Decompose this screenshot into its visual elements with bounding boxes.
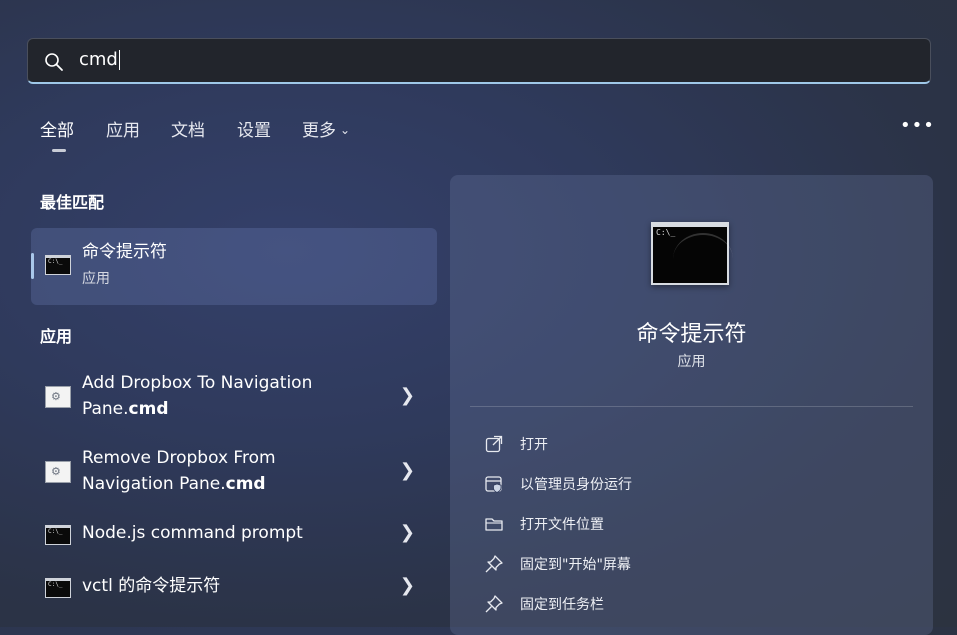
prompt-glyph: C:\_ bbox=[48, 581, 63, 588]
text-caret bbox=[118, 50, 120, 70]
tab-more-label: 更多 bbox=[302, 121, 336, 141]
more-options-button[interactable]: ••• bbox=[900, 115, 935, 136]
prompt-glyph: C:\_ bbox=[656, 228, 676, 237]
best-match-item[interactable]: C:\_ 命令提示符 应用 bbox=[31, 228, 437, 305]
prompt-glyph: C:\_ bbox=[48, 528, 63, 535]
tab-apps[interactable]: 应用 bbox=[106, 116, 140, 141]
title-text: Pane. bbox=[82, 399, 129, 419]
list-item-remove-dropbox[interactable]: ⚙ Remove Dropbox From Navigation Pane.cm… bbox=[31, 445, 437, 501]
best-match-title: 命令提示符 bbox=[82, 242, 167, 262]
tab-all[interactable]: 全部 bbox=[40, 116, 74, 141]
chevron-right-icon[interactable]: ❯ bbox=[400, 385, 415, 406]
folder-icon bbox=[485, 518, 503, 531]
action-label: 打开文件位置 bbox=[520, 517, 604, 533]
command-prompt-large-icon: C:\_ bbox=[651, 222, 733, 285]
command-prompt-icon: C:\_ bbox=[45, 525, 71, 545]
list-item-title-line2: Pane.cmd bbox=[82, 396, 169, 422]
action-label: 打开 bbox=[520, 437, 548, 453]
gear-icon: ⚙ bbox=[51, 465, 61, 478]
chevron-right-icon[interactable]: ❯ bbox=[400, 460, 415, 481]
script-file-icon: ⚙ bbox=[45, 461, 71, 483]
action-label: 固定到任务栏 bbox=[520, 597, 604, 613]
action-label: 固定到"开始"屏幕 bbox=[520, 557, 631, 573]
pin-icon bbox=[485, 555, 503, 573]
active-tab-indicator bbox=[52, 149, 66, 152]
list-item-title-line1: Add Dropbox To Navigation bbox=[82, 373, 313, 393]
script-file-icon: ⚙ bbox=[45, 386, 71, 408]
list-item-title: vctl 的命令提示符 bbox=[82, 576, 221, 596]
best-match-heading: 最佳匹配 bbox=[40, 193, 105, 212]
action-label: 以管理员身份运行 bbox=[520, 477, 632, 493]
chevron-right-icon[interactable]: ❯ bbox=[400, 522, 415, 543]
open-external-icon bbox=[485, 435, 503, 453]
list-item-title-line2: Navigation Pane.cmd bbox=[82, 471, 266, 497]
command-prompt-icon: C:\_ bbox=[45, 255, 71, 275]
chevron-down-icon: ⌄ bbox=[340, 123, 351, 137]
icon-sheen bbox=[673, 233, 733, 285]
tab-documents[interactable]: 文档 bbox=[171, 116, 205, 141]
search-input[interactable]: cmd bbox=[79, 49, 120, 70]
tab-settings[interactable]: 设置 bbox=[237, 116, 271, 141]
run-as-admin-icon bbox=[485, 476, 502, 493]
search-box[interactable]: cmd bbox=[27, 38, 931, 84]
chevron-right-icon[interactable]: ❯ bbox=[400, 575, 415, 596]
selection-indicator bbox=[31, 253, 34, 279]
best-match-subtitle: 应用 bbox=[82, 271, 110, 287]
prompt-glyph: C:\_ bbox=[48, 258, 63, 265]
list-item-add-dropbox[interactable]: ⚙ Add Dropbox To Navigation Pane.cmd ❯ bbox=[31, 370, 437, 426]
apps-heading: 应用 bbox=[40, 327, 73, 346]
list-item-title-line1: Remove Dropbox From bbox=[82, 448, 276, 468]
search-input-value: cmd bbox=[79, 49, 118, 70]
tab-more[interactable]: 更多 ⌄ bbox=[302, 116, 350, 141]
detail-subtitle: 应用 bbox=[677, 354, 706, 370]
list-item-vctl-prompt[interactable]: C:\_ vctl 的命令提示符 ❯ bbox=[31, 573, 437, 603]
title-text: Navigation Pane. bbox=[82, 474, 226, 494]
search-icon bbox=[45, 53, 63, 71]
divider bbox=[470, 406, 913, 407]
command-prompt-icon: C:\_ bbox=[45, 578, 71, 598]
gear-icon: ⚙ bbox=[51, 390, 61, 403]
detail-panel: C:\_ 命令提示符 应用 打开 以管理员身份运行 打开文件位置 固定到"开始"… bbox=[450, 175, 933, 635]
detail-title: 命令提示符 bbox=[636, 322, 747, 347]
match-highlight: cmd bbox=[128, 399, 169, 419]
list-item-title: Node.js command prompt bbox=[82, 523, 303, 543]
match-highlight: cmd bbox=[225, 474, 266, 494]
pin-icon bbox=[485, 595, 503, 613]
list-item-nodejs-prompt[interactable]: C:\_ Node.js command prompt ❯ bbox=[31, 520, 437, 550]
